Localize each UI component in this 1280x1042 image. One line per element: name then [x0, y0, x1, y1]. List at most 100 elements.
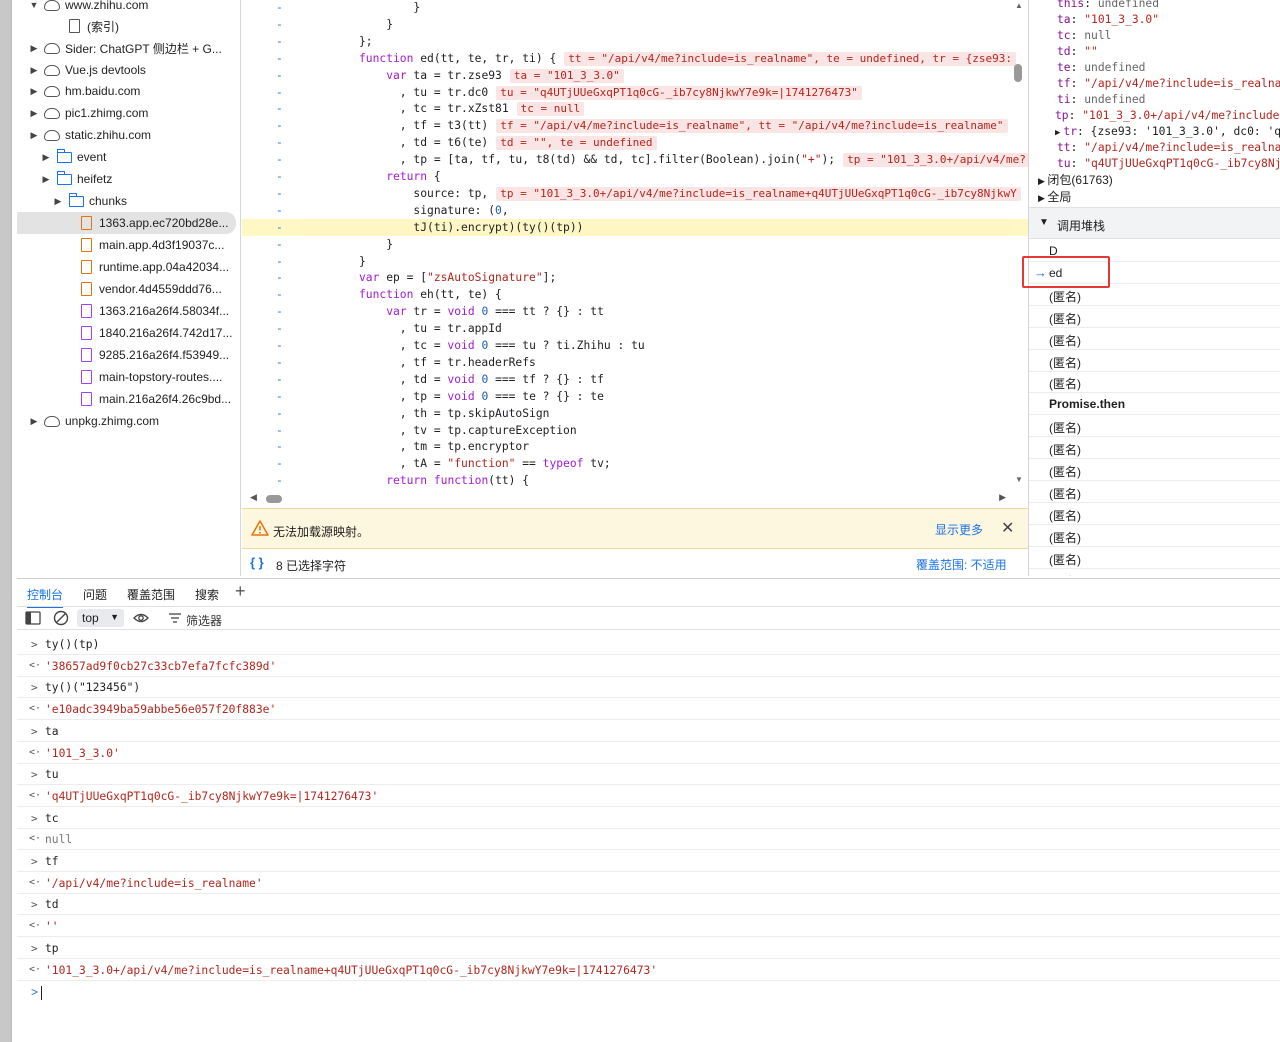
- console-command[interactable]: > tp: [17, 937, 1280, 959]
- call-stack-frame[interactable]: (匿名): [1029, 481, 1280, 503]
- close-icon[interactable]: ✕: [1001, 518, 1014, 538]
- line-gutter-marker[interactable]: -: [276, 0, 283, 16]
- drawer-tab[interactable]: 控制台: [27, 586, 64, 608]
- line-gutter-marker[interactable]: -: [276, 455, 283, 472]
- line-gutter-marker[interactable]: -: [276, 117, 283, 134]
- scope-variable[interactable]: ta: "101_3_3.0": [1057, 12, 1159, 28]
- call-stack-frame[interactable]: (匿名): [1029, 569, 1280, 577]
- scroll-up-arrow-icon[interactable]: ▲: [1015, 1, 1023, 10]
- code-line[interactable]: - , tp = void 0 === te ? {} : te: [242, 388, 1028, 405]
- line-gutter-marker[interactable]: -: [276, 151, 283, 168]
- code-line[interactable]: - }: [242, 0, 1028, 16]
- tree-item[interactable]: ▶ event: [17, 146, 236, 168]
- line-gutter-marker[interactable]: -: [276, 422, 283, 439]
- console-result[interactable]: <·'q4UTjUUeGxqPT1q0cG-_ib7cy8NjkwY7e9k=|…: [17, 785, 1280, 807]
- expand-arrow-icon[interactable]: ▶: [1038, 176, 1047, 186]
- console-result[interactable]: <· '': [17, 915, 1280, 938]
- code-horizontal-scrollbar[interactable]: ◀ ▶: [242, 492, 1012, 506]
- console-command[interactable]: > tf: [17, 850, 1280, 872]
- tree-item[interactable]: vendor.4d4559ddd76...: [17, 278, 236, 300]
- line-gutter-marker[interactable]: -: [276, 371, 283, 388]
- scope-variable[interactable]: tt: "/api/v4/me?include=is_realnam: [1057, 140, 1280, 156]
- code-line[interactable]: - function eh(tt, te) {: [242, 286, 1028, 303]
- line-gutter-marker[interactable]: -: [276, 303, 283, 320]
- scope-variable[interactable]: this: undefined: [1057, 0, 1159, 12]
- console-input[interactable]: [41, 986, 42, 1000]
- call-stack-frame[interactable]: (匿名): [1029, 459, 1280, 481]
- tree-item[interactable]: main-topstory-routes....: [17, 366, 236, 388]
- line-gutter-marker[interactable]: -: [276, 100, 283, 117]
- tree-item[interactable]: (索引): [17, 15, 236, 37]
- tree-item[interactable]: ▶ heifetz: [17, 168, 236, 190]
- tree-item[interactable]: 9285.216a26f4.f53949...: [17, 344, 236, 366]
- tree-item[interactable]: 1363.216a26f4.58034f...: [17, 300, 236, 322]
- paused-line[interactable]: - tJ(ti).encrypt)(ty()(tp)): [242, 218, 1028, 236]
- scope-variable[interactable]: tp: "101_3_3.0+/api/v4/me?include=: [1055, 108, 1280, 124]
- code-line[interactable]: - , tf = t3(tt) tf = "/api/v4/me?include=…: [242, 117, 1028, 134]
- scroll-left-arrow-icon[interactable]: ◀: [250, 492, 257, 503]
- drawer-tab[interactable]: 问题: [83, 586, 107, 603]
- tree-item[interactable]: ▶ Vue.js devtools: [17, 59, 236, 81]
- call-stack-frame[interactable]: (匿名): [1029, 547, 1280, 569]
- call-stack-frame[interactable]: (匿名): [1029, 328, 1280, 350]
- clear-console-icon[interactable]: [53, 610, 69, 626]
- code-line[interactable]: - var ep = ["zsAutoSignature"];: [242, 269, 1028, 286]
- call-stack-frame[interactable]: (匿名): [1029, 371, 1280, 394]
- filter-input[interactable]: 筛选器: [186, 612, 222, 629]
- collapse-arrow-icon[interactable]: ▶: [53, 196, 63, 207]
- code-line[interactable]: - var tr = void 0 === tt ? {} : tt: [242, 303, 1028, 320]
- code-line[interactable]: - }: [242, 236, 1028, 253]
- line-gutter-marker[interactable]: -: [276, 168, 283, 185]
- call-stack-frame[interactable]: (匿名): [1029, 415, 1280, 438]
- code-line[interactable]: - }: [242, 16, 1028, 33]
- expand-arrow-icon[interactable]: ▶: [1038, 193, 1047, 203]
- tree-item[interactable]: 1840.216a26f4.742d17...: [17, 322, 236, 344]
- console-command[interactable]: > tc: [17, 807, 1280, 829]
- code-line[interactable]: - function ed(tt, te, tr, ti) {tt = "/api…: [242, 50, 1028, 67]
- tree-item[interactable]: runtime.app.04a42034...: [17, 256, 236, 278]
- code-line[interactable]: - return {: [242, 168, 1028, 185]
- collapse-arrow-icon[interactable]: ▶: [29, 86, 39, 97]
- collapse-arrow-icon[interactable]: ▶: [29, 416, 39, 427]
- line-gutter-marker[interactable]: -: [276, 185, 283, 202]
- code-line[interactable]: - , tm = tp.encryptor: [242, 438, 1028, 455]
- scope-section[interactable]: ▶ 全局: [1038, 189, 1071, 205]
- collapse-arrow-icon[interactable]: ▶: [41, 174, 51, 185]
- console-result[interactable]: <·'e10adc3949ba59abbe56e057f20f883e': [17, 698, 1280, 721]
- call-stack-header[interactable]: ▼ 调用堆栈: [1029, 207, 1280, 239]
- collapse-arrow-icon[interactable]: ▶: [29, 108, 39, 119]
- collapse-arrow-icon[interactable]: ▶: [29, 65, 39, 76]
- scroll-down-arrow-icon[interactable]: ▼: [1015, 475, 1023, 484]
- line-gutter-marker[interactable]: -: [276, 337, 283, 354]
- console-command[interactable]: > ty()(tp): [17, 633, 1280, 655]
- code-line[interactable]: - , tu = tr.appId: [242, 320, 1028, 337]
- line-gutter-marker[interactable]: -: [276, 33, 283, 50]
- code-line[interactable]: -}: [242, 253, 1028, 270]
- line-gutter-marker[interactable]: -: [276, 134, 283, 151]
- sidebar-toggle-icon[interactable]: [25, 611, 41, 625]
- code-line[interactable]: - , tc = tr.xZst81 tc = null: [242, 100, 1028, 117]
- code-line[interactable]: - , tf = tr.headerRefs: [242, 354, 1028, 371]
- line-gutter-marker[interactable]: -: [276, 67, 283, 84]
- line-gutter-marker[interactable]: -: [276, 202, 283, 219]
- collapse-arrow-icon[interactable]: ▶: [29, 130, 39, 141]
- line-gutter-marker[interactable]: -: [276, 320, 283, 337]
- code-line[interactable]: -};: [242, 33, 1028, 50]
- tree-item[interactable]: main.216a26f4.26c9bd...: [17, 388, 236, 410]
- call-stack-frame[interactable]: (匿名): [1029, 350, 1280, 372]
- add-tab-icon[interactable]: +: [235, 581, 246, 602]
- code-line[interactable]: - source: tp, tp = "101_3_3.0+/api/v4/me?…: [242, 185, 1028, 202]
- collapse-arrow-icon[interactable]: ▶: [41, 152, 51, 163]
- line-gutter-marker[interactable]: -: [276, 269, 283, 286]
- drawer-tab[interactable]: 覆盖范围: [127, 586, 175, 603]
- code-line[interactable]: - , th = tp.skipAutoSign: [242, 405, 1028, 422]
- console-result[interactable]: <· '38657ad9f0cb27c33cb7efa7fcfc389d': [17, 655, 1280, 677]
- pretty-print-button[interactable]: { }: [250, 555, 264, 570]
- tree-item[interactable]: ▶ unpkg.zhimg.com: [17, 410, 236, 432]
- line-gutter-marker[interactable]: -: [276, 253, 283, 270]
- scope-variable[interactable]: tf: "/api/v4/me?include=is_realnam: [1057, 76, 1280, 92]
- call-stack-frame[interactable]: (匿名): [1029, 525, 1280, 547]
- line-gutter-marker[interactable]: -: [276, 472, 283, 489]
- call-stack-frame[interactable]: Promise.then: [1029, 393, 1280, 416]
- expand-arrow-icon[interactable]: ▶: [1055, 128, 1060, 138]
